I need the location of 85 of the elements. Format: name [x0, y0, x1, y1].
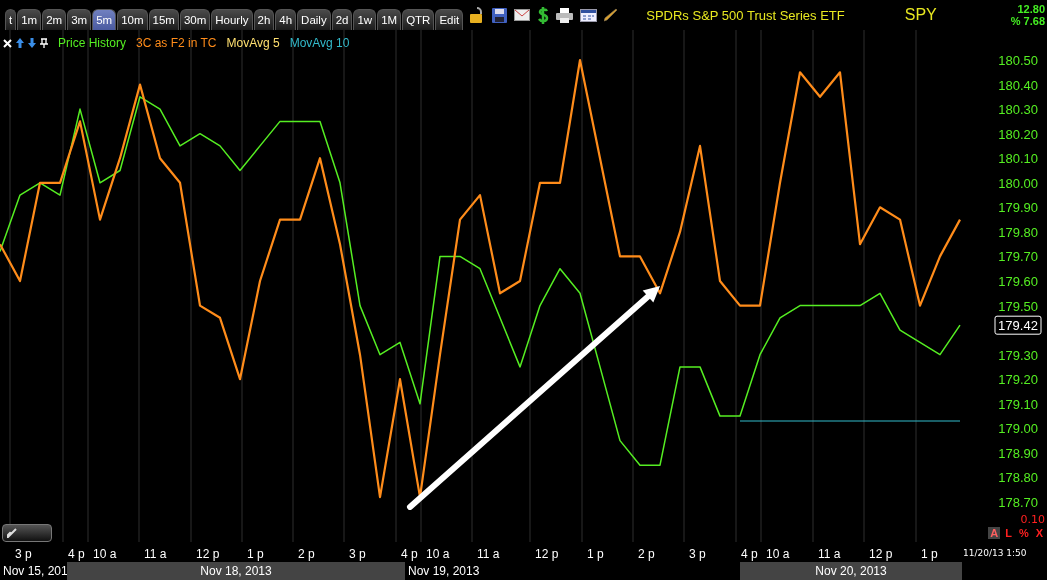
timeframe-tab[interactable]: 30m [179, 9, 211, 30]
timestamp: 11/20/13 1:50 [963, 548, 1027, 558]
axis-label: 179.10 [998, 396, 1038, 412]
ticker-symbol: SPY [904, 6, 937, 24]
legend-item[interactable]: 3C as F2 in TC [136, 36, 217, 50]
axis-label: 178.90 [998, 445, 1038, 461]
time-label: 12 p [869, 547, 893, 561]
time-label: 11 a [477, 547, 500, 561]
time-label: 11 a [144, 547, 167, 561]
timeframe-tab[interactable]: 1m [17, 9, 42, 30]
time-label: 4 p [401, 547, 418, 561]
timeframe-tab[interactable]: 1M [377, 9, 402, 30]
axis-label: 178.70 [998, 495, 1038, 510]
axis-label: 180.40 [998, 77, 1038, 93]
timeframe-tab[interactable]: 2d [331, 9, 353, 30]
time-label: 12 p [196, 547, 220, 561]
scale-toggle[interactable]: % [1016, 527, 1031, 539]
timeframe-tab[interactable]: QTR [402, 9, 435, 30]
close-icon[interactable] [3, 38, 12, 48]
brush-icon [7, 528, 17, 538]
time-label: 4 p [68, 547, 85, 561]
time-label: 10 a [426, 547, 450, 561]
timeframe-tab[interactable]: 15m [148, 9, 179, 30]
timeframe-tab[interactable]: Daily [297, 9, 331, 30]
timeframe-tab[interactable]: 4h [275, 9, 297, 30]
axis-label: 179.20 [998, 372, 1038, 388]
time-label: 3 p [349, 547, 366, 561]
axis-label: 180.20 [998, 126, 1038, 142]
brush-button[interactable] [2, 524, 52, 542]
time-label: 12 p [535, 547, 559, 561]
down-arrow-icon[interactable] [28, 38, 36, 48]
date-label: Nov 20, 2013 [815, 564, 887, 578]
timeframe-tab[interactable]: 1w [353, 9, 377, 30]
scale-toggle[interactable]: X [1033, 527, 1045, 539]
axis-label: 179.50 [998, 298, 1038, 314]
axis-label: 180.50 [998, 53, 1038, 68]
timeframe-tab[interactable]: t [5, 9, 17, 30]
printer-icon[interactable] [556, 7, 574, 23]
axis-label: 180.00 [998, 175, 1038, 191]
current-price-label: 179.42 [994, 315, 1042, 335]
timeframe-tab[interactable]: 2h [253, 9, 275, 30]
time-label: 10 a [766, 547, 790, 561]
scale-value: 0.10 [1020, 514, 1045, 526]
time-label: 1 p [247, 547, 264, 561]
timeframe-tab[interactable]: 3m [67, 9, 92, 30]
axis-label: 179.70 [998, 249, 1038, 265]
legend-item[interactable]: Price History [58, 36, 126, 50]
axis-label: 180.30 [998, 102, 1038, 118]
change-percent: % 7.68 [1010, 15, 1045, 27]
legend-item[interactable]: MovAvg 5 [226, 36, 280, 50]
time-label: 3 p [689, 547, 706, 561]
axis-label: 179.80 [998, 224, 1038, 240]
timeframe-tab[interactable]: Edit [435, 9, 464, 30]
axis-label: 178.80 [998, 470, 1038, 486]
scale-toggle[interactable]: L [1003, 527, 1014, 539]
pin-icon[interactable] [40, 38, 48, 48]
time-label: 3 p [15, 547, 32, 561]
date-label: Nov 15, 201 [3, 564, 67, 578]
legend-item[interactable]: MovAvg 10 [289, 36, 350, 50]
timeframe-tab[interactable]: 10m [117, 9, 148, 30]
timeframe-tab[interactable]: 5m [92, 9, 117, 30]
time-label: 2 p [298, 547, 315, 561]
date-label: Nov 18, 2013 [200, 564, 272, 578]
time-label: 2 p [638, 547, 655, 561]
timeframe-tab[interactable]: 2m [42, 9, 67, 30]
axis-label: 179.90 [998, 200, 1038, 216]
pencil-icon[interactable] [604, 8, 619, 22]
time-label: 4 p [741, 547, 758, 561]
axis-label: 180.10 [998, 151, 1038, 167]
change-value: 12.80 [1017, 3, 1045, 15]
dollar-icon[interactable] [537, 6, 550, 24]
time-label: 1 p [921, 547, 938, 561]
timeframe-tab[interactable]: Hourly [211, 9, 253, 30]
time-label: 1 p [587, 547, 604, 561]
axis-label: 179.00 [998, 421, 1038, 437]
save-icon[interactable] [492, 7, 508, 23]
axis-label: 179.30 [998, 347, 1038, 363]
axis-label: 179.60 [998, 274, 1038, 289]
time-label: 11 a [818, 547, 841, 561]
up-arrow-icon[interactable] [16, 38, 24, 48]
time-label: 10 a [93, 547, 117, 561]
date-label: Nov 19, 2013 [408, 564, 480, 578]
mail-icon[interactable] [514, 9, 531, 21]
security-name: SPDRs S&P 500 Trust Series ETF [646, 7, 845, 23]
calendar-icon[interactable] [580, 8, 598, 22]
